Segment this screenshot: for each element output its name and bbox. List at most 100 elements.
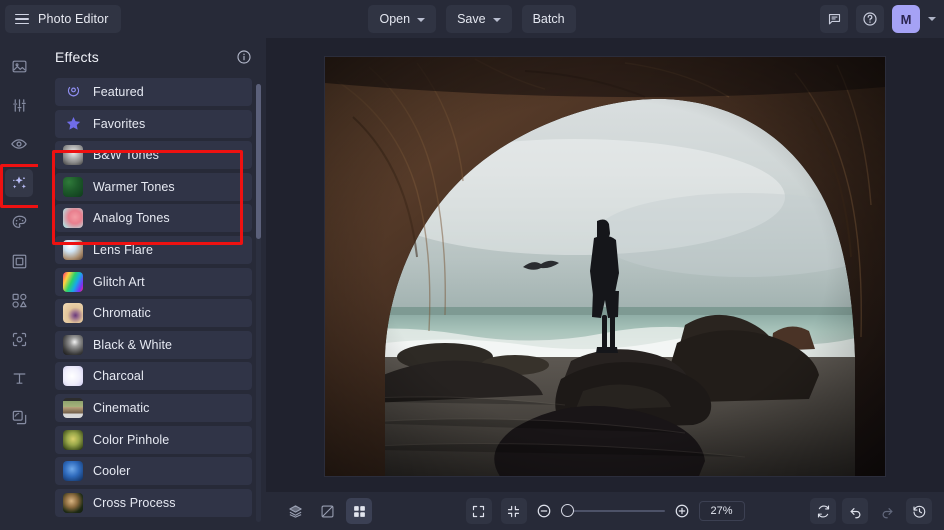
star-icon <box>63 114 83 134</box>
tool-rail <box>0 38 44 530</box>
image-icon <box>12 60 26 72</box>
page-title: Effects <box>55 49 99 65</box>
list-item[interactable]: Chromatic <box>55 299 252 328</box>
account-actions: M <box>820 5 936 33</box>
sidebar-item-text-tool[interactable] <box>5 364 33 392</box>
list-item[interactable]: Analog Tones <box>55 204 252 233</box>
history-button[interactable] <box>906 498 932 524</box>
bottom-toolbar: 27% <box>266 492 944 530</box>
list-item-label: Lens Flare <box>93 242 154 257</box>
chevron-down-icon <box>417 17 426 22</box>
bw-face-photo <box>63 145 83 166</box>
list-item-label: Glitch Art <box>93 274 145 289</box>
undo-button[interactable] <box>842 498 868 524</box>
list-item-label: Featured <box>93 85 144 99</box>
pinhole-photo <box>63 429 83 450</box>
redo-button[interactable] <box>874 498 900 524</box>
zoom-in-icon <box>675 504 688 518</box>
sparkles-icon <box>12 176 26 189</box>
batch-button[interactable]: Batch <box>521 5 576 33</box>
list-item-label: Cross Process <box>93 495 176 510</box>
effects-list[interactable]: Featured Favorites B&W Tones Warmer Tone… <box>38 78 266 530</box>
cave-beach-photo <box>325 57 885 476</box>
zoom-slider-handle[interactable] <box>560 504 574 517</box>
avatar[interactable]: M <box>892 5 920 33</box>
sidebar-item-retouch-tool[interactable] <box>5 130 33 158</box>
account-chevron-down-icon[interactable] <box>928 17 936 21</box>
sidebar-item-crop-tool[interactable] <box>5 325 33 353</box>
panel-scrollbar-thumb[interactable] <box>256 84 261 239</box>
laurel-badge-icon <box>63 82 83 102</box>
shrink-button[interactable] <box>500 498 527 524</box>
text-icon <box>13 372 25 384</box>
cinematic-strip-photo <box>63 397 83 418</box>
history-clock-icon <box>912 505 925 518</box>
list-item[interactable]: Charcoal <box>55 362 252 391</box>
list-item-label: Favorites <box>93 116 146 131</box>
effects-panel: Effects Featured Favorites B&W Tones War… <box>38 38 266 530</box>
sidebar-item-image-tool[interactable] <box>5 52 33 80</box>
bw-moon-photo <box>63 334 83 355</box>
photo-preview[interactable] <box>325 57 885 476</box>
zoom-slider-track <box>560 510 665 512</box>
sidebar-item-adjust-tool[interactable] <box>5 91 33 119</box>
list-item[interactable]: Glitch Art <box>55 267 252 296</box>
sliders-icon <box>12 98 26 112</box>
panel-info-button[interactable] <box>236 49 252 65</box>
sidebar-item-effects-tool[interactable] <box>0 164 44 208</box>
shrink-icon <box>507 505 520 517</box>
open-label: Open <box>379 12 411 26</box>
zoom-in-button[interactable] <box>674 503 690 519</box>
list-item[interactable]: Black & White <box>55 330 252 359</box>
effects-panel-header: Effects <box>38 38 266 76</box>
avatar-initial: M <box>900 11 912 27</box>
zoom-level-value: 27% <box>710 505 733 517</box>
list-item-label: Black & White <box>93 337 173 352</box>
list-item-label: Warmer Tones <box>93 179 175 194</box>
list-item-label: Cinematic <box>93 400 150 415</box>
feedback-button[interactable] <box>820 5 848 33</box>
list-item[interactable]: Featured <box>55 78 252 106</box>
glitch-face-photo <box>63 271 83 292</box>
help-circle-icon <box>863 12 877 26</box>
cool-blue-photo <box>63 461 83 482</box>
list-item-label: Analog Tones <box>93 211 170 226</box>
fit-screen-button[interactable] <box>465 498 492 524</box>
layers-copy-icon <box>12 410 26 424</box>
zoom-slider[interactable] <box>560 504 665 518</box>
list-item[interactable]: Lens Flare <box>55 235 252 264</box>
list-item[interactable]: B&W Tones <box>55 141 252 170</box>
save-button[interactable]: Save <box>446 5 512 33</box>
sidebar-item-color-tool[interactable] <box>5 208 33 236</box>
reset-button[interactable] <box>810 498 836 524</box>
sidebar-item-layers-tool[interactable] <box>5 403 33 431</box>
green-leaf-photo <box>63 176 83 197</box>
charcoal-sketch-photo <box>63 366 83 387</box>
help-button[interactable] <box>856 5 884 33</box>
list-item[interactable]: Warmer Tones <box>55 172 252 201</box>
canvas-area[interactable] <box>266 38 944 492</box>
reset-rotate-icon <box>817 504 829 518</box>
list-item[interactable]: Color Pinhole <box>55 425 252 454</box>
list-item[interactable]: Favorites <box>55 109 252 138</box>
list-item[interactable]: Cross Process <box>55 488 252 517</box>
frame-icon <box>12 254 26 268</box>
zoom-out-button[interactable] <box>536 503 552 519</box>
undo-icon <box>850 507 860 518</box>
open-button[interactable]: Open <box>368 5 437 33</box>
comment-icon <box>828 13 840 24</box>
list-item-label: Cooler <box>93 464 131 479</box>
top-toolbar: Photo Editor Open Save Batch M <box>0 0 944 38</box>
sidebar-item-frame-tool[interactable] <box>5 247 33 275</box>
sidebar-item-shapes-tool[interactable] <box>5 286 33 314</box>
list-item[interactable]: Cooler <box>55 457 252 486</box>
chevron-down-icon <box>492 17 501 22</box>
zoom-level-field[interactable]: 27% <box>698 501 745 521</box>
list-item[interactable]: Cinematic <box>55 393 252 422</box>
eye-icon <box>11 139 27 149</box>
lens-flare-photo <box>63 239 83 260</box>
palette-icon <box>12 215 26 228</box>
fit-screen-icon <box>472 505 485 517</box>
file-actions: Open Save Batch <box>0 5 944 33</box>
crop-select-icon <box>12 332 26 346</box>
